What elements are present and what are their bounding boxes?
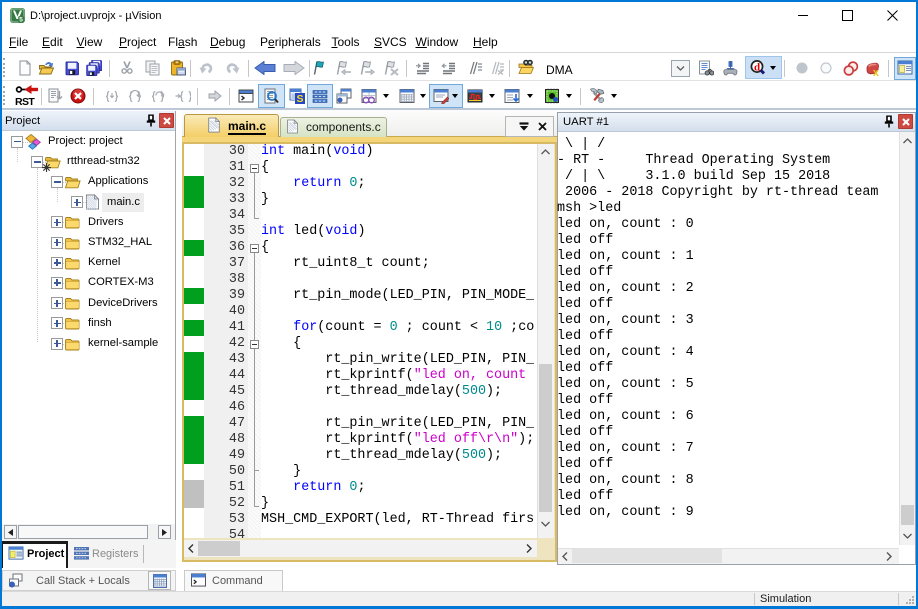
svg-text:S: S	[297, 93, 304, 104]
svg-text:x: x	[873, 67, 880, 76]
svg-text:d: d	[754, 61, 760, 73]
svg-text:5: 5	[19, 17, 23, 23]
svg-text:RST: RST	[15, 96, 35, 107]
